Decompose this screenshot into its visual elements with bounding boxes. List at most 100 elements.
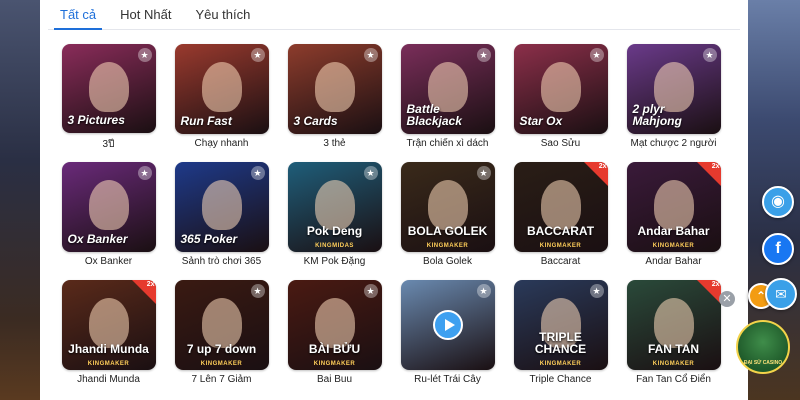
game-card[interactable]: ★ Run Fast Chạy nhanh: [165, 44, 278, 152]
favorite-star-icon[interactable]: ★: [250, 284, 265, 298]
game-art-title: Andar Bahar: [637, 224, 710, 239]
game-card[interactable]: ★ TRIPLE CHANCE KINGMAKER Triple Chance: [504, 280, 617, 388]
game-title: Sảnh trò chơi 365: [181, 256, 262, 267]
bonus-badge-text: 2x: [146, 281, 155, 288]
mail-icon[interactable]: ✉: [765, 278, 797, 310]
game-thumbnail[interactable]: ★ TRIPLE CHANCE KINGMAKER: [513, 280, 608, 370]
favorite-star-icon[interactable]: ★: [250, 48, 265, 62]
favorite-star-icon[interactable]: ★: [363, 48, 378, 62]
game-art: [201, 298, 242, 348]
game-art-title: 365 Poker: [180, 232, 238, 247]
game-art: [201, 62, 242, 112]
game-thumbnail[interactable]: ★ 365 Poker: [174, 162, 269, 252]
game-card[interactable]: 2x Jhandi Munda KINGMAKER Jhandi Munda: [52, 280, 165, 388]
game-card[interactable]: ★ 7 up 7 down KINGMAKER 7 Lên 7 Giảm: [165, 280, 278, 388]
game-art: [314, 180, 355, 230]
game-title: Ru-lét Trái Cây: [414, 374, 481, 385]
game-title: Fan Tan Cổ Điển: [636, 374, 711, 385]
game-art: [88, 62, 129, 112]
game-title: Bai Buu: [316, 374, 353, 385]
game-brand: KINGMAKER: [539, 361, 582, 367]
game-thumbnail[interactable]: ★ Pok Deng KINGMIDAS: [287, 162, 382, 252]
game-card[interactable]: ★ Ru-lét Trái Cây: [391, 280, 504, 388]
favorite-star-icon[interactable]: ★: [250, 166, 265, 180]
game-brand: KINGMAKER: [652, 243, 695, 249]
game-art: [314, 298, 355, 348]
game-brand: KINGMAKER: [87, 361, 130, 367]
favorite-star-icon[interactable]: ★: [702, 48, 717, 62]
favorite-star-icon[interactable]: ★: [476, 166, 491, 180]
game-thumbnail[interactable]: 2x FAN TAN KINGMAKER: [626, 280, 721, 370]
game-art: [427, 180, 468, 230]
game-thumbnail[interactable]: ★ Star Ox: [513, 44, 608, 134]
game-thumbnail[interactable]: ★ Battle Blackjack: [400, 44, 495, 134]
chat-icon[interactable]: ◉: [762, 186, 794, 218]
game-art-title: BÀI BỬU: [308, 342, 361, 357]
game-thumbnail[interactable]: 2x BACCARAT KINGMAKER: [513, 162, 608, 252]
game-card[interactable]: 2x Andar Bahar KINGMAKER Andar Bahar: [617, 162, 730, 270]
game-title: Mạt chược 2 người: [630, 138, 717, 149]
close-icon[interactable]: ✕: [719, 291, 735, 307]
game-title: Triple Chance: [529, 374, 592, 385]
promo-text: ĐẠI SỨ CASINO: [743, 359, 783, 366]
game-thumbnail[interactable]: ★ 3 Cards: [287, 44, 382, 134]
game-card[interactable]: ★ BÀI BỬU KINGMAKER Bai Buu: [278, 280, 391, 388]
game-card[interactable]: ★ Battle Blackjack Trận chiến xì dách: [391, 44, 504, 152]
game-art: [314, 62, 355, 112]
bonus-badge-text: 2x: [598, 163, 607, 170]
tab-all[interactable]: Tất cả: [48, 7, 108, 30]
game-thumbnail[interactable]: ★: [400, 280, 495, 370]
game-art-title: BOLA GOLEK: [407, 224, 488, 239]
game-art-title: 3 Pictures: [67, 113, 125, 128]
favorite-star-icon[interactable]: ★: [589, 284, 604, 298]
favorite-star-icon[interactable]: ★: [476, 284, 491, 298]
game-card[interactable]: ★ BOLA GOLEK KINGMAKER Bola Golek: [391, 162, 504, 270]
game-card[interactable]: ★ 3 Cards 3 thẻ: [278, 44, 391, 152]
game-title: 3ปี: [102, 139, 115, 150]
game-card[interactable]: 2x BACCARAT KINGMAKER Baccarat: [504, 162, 617, 270]
favorite-star-icon[interactable]: ★: [363, 284, 378, 298]
game-title: Baccarat: [540, 256, 581, 267]
game-card[interactable]: ★ 2 plyr Mahjong Mạt chược 2 người: [617, 44, 730, 152]
game-card[interactable]: ★ Pok Deng KINGMIDAS KM Pok Đặng: [278, 162, 391, 270]
game-thumbnail[interactable]: ★ BOLA GOLEK KINGMAKER: [400, 162, 495, 252]
game-thumbnail[interactable]: ★ BÀI BỬU KINGMAKER: [287, 280, 382, 370]
game-thumbnail[interactable]: ★ 2 plyr Mahjong: [626, 44, 721, 134]
game-card[interactable]: ★ Star Ox Sao Sửu: [504, 44, 617, 152]
favorite-star-icon[interactable]: ★: [137, 166, 152, 180]
game-brand: KINGMAKER: [200, 361, 243, 367]
game-art: [88, 298, 129, 348]
favorite-star-icon[interactable]: ★: [589, 48, 604, 62]
game-card[interactable]: ★ 365 Poker Sảnh trò chơi 365: [165, 162, 278, 270]
game-thumbnail[interactable]: ★ Ox Banker: [61, 162, 156, 252]
game-art: [201, 180, 242, 230]
game-art-title: 7 up 7 down: [186, 342, 257, 357]
game-brand: KINGMAKER: [539, 243, 582, 249]
game-title: Sao Sửu: [540, 138, 581, 149]
promo-badge[interactable]: ĐẠI SỨ CASINO: [736, 320, 790, 374]
favorite-star-icon[interactable]: ★: [137, 48, 152, 62]
tab-favorites[interactable]: Yêu thích: [183, 7, 262, 29]
game-thumbnail[interactable]: ★ Run Fast: [174, 44, 269, 134]
game-thumbnail[interactable]: 2x Jhandi Munda KINGMAKER: [61, 280, 156, 370]
game-brand: KINGMIDAS: [315, 243, 354, 249]
game-title: KM Pok Đặng: [303, 256, 366, 267]
play-icon[interactable]: [432, 310, 463, 340]
game-art-title: TRIPLE CHANCE: [534, 329, 587, 357]
game-thumbnail[interactable]: ★ 3 Pictures: [61, 44, 156, 133]
game-card[interactable]: 2x FAN TAN KINGMAKER Fan Tan Cổ Điển: [617, 280, 730, 388]
game-card[interactable]: ★ Ox Banker Ox Banker: [52, 162, 165, 270]
favorite-star-icon[interactable]: ★: [363, 166, 378, 180]
game-thumbnail[interactable]: 2x Andar Bahar KINGMAKER: [626, 162, 721, 252]
game-art-title: 3 Cards: [293, 114, 338, 129]
game-brand: KINGMAKER: [652, 361, 695, 367]
game-art-title: Jhandi Munda: [68, 342, 149, 357]
game-art-title: 2 plyr Mahjong: [632, 101, 682, 129]
tab-hot[interactable]: Hot Nhất: [108, 7, 183, 29]
favorite-star-icon[interactable]: ★: [476, 48, 491, 62]
game-thumbnail[interactable]: ★ 7 up 7 down KINGMAKER: [174, 280, 269, 370]
facebook-icon[interactable]: f: [762, 233, 794, 265]
game-card[interactable]: ★ 3 Pictures 3ปี: [52, 44, 165, 152]
game-art: [88, 180, 129, 230]
bonus-badge-text: 2x: [711, 163, 720, 170]
